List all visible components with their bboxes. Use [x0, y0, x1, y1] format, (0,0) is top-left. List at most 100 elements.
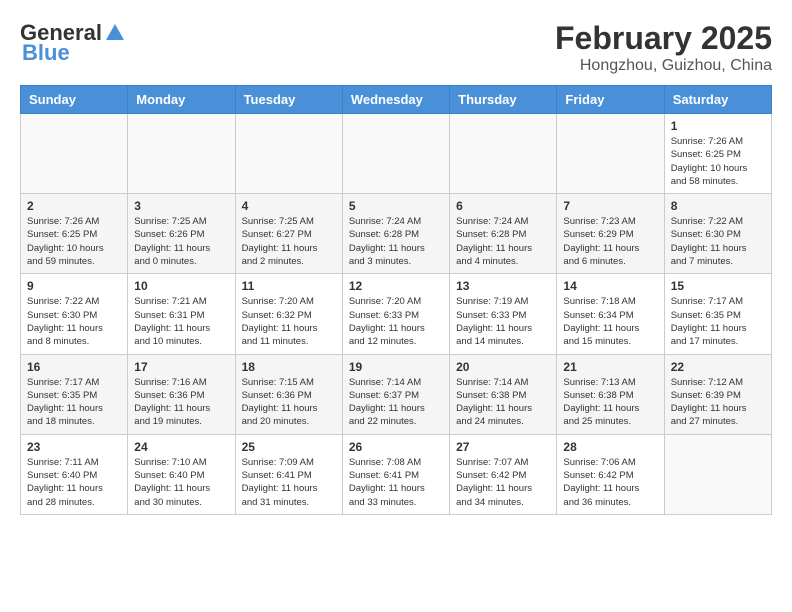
calendar-cell: 4 Sunrise: 7:25 AM Sunset: 6:27 PM Daylig…: [235, 194, 342, 274]
day-detail: Sunrise: 7:19 AM Sunset: 6:33 PM Dayligh…: [456, 295, 550, 348]
day-number: 6: [456, 199, 550, 213]
calendar-cell: 17Sunrise: 7:16 AM Sunset: 6:36 PM Dayli…: [128, 354, 235, 434]
day-number: 1: [671, 119, 765, 133]
calendar-cell: 23 Sunrise: 7:11 AM Sunset: 6:40 PM Dayli…: [21, 434, 128, 514]
calendar-cell: 19 Sunrise: 7:14 AM Sunset: 6:37 PM Dayli…: [342, 354, 449, 434]
day-detail: Sunrise: 7:20 AM Sunset: 6:33 PM Dayligh…: [349, 295, 443, 348]
day-number: 13: [456, 279, 550, 293]
week-row-2: 9 Sunrise: 7:22 AM Sunset: 6:30 PM Daylig…: [21, 274, 772, 354]
day-detail: Sunrise: 7:15 AM Sunset: 6:36 PM Dayligh…: [242, 376, 336, 429]
day-detail: Sunrise: 7:21 AM Sunset: 6:31 PM Dayligh…: [134, 295, 228, 348]
day-detail: Sunrise: 7:20 AM Sunset: 6:32 PM Dayligh…: [242, 295, 336, 348]
day-number: 25: [242, 440, 336, 454]
day-detail: Sunrise: 7:25 AM Sunset: 6:26 PM Dayligh…: [134, 215, 228, 268]
day-number: 27: [456, 440, 550, 454]
calendar-cell: 18 Sunrise: 7:15 AM Sunset: 6:36 PM Dayli…: [235, 354, 342, 434]
day-detail: Sunrise: 7:24 AM Sunset: 6:28 PM Dayligh…: [349, 215, 443, 268]
day-number: 26: [349, 440, 443, 454]
day-number: 4: [242, 199, 336, 213]
calendar-cell: 12 Sunrise: 7:20 AM Sunset: 6:33 PM Dayli…: [342, 274, 449, 354]
calendar-cell: 26 Sunrise: 7:08 AM Sunset: 6:41 PM Dayli…: [342, 434, 449, 514]
day-number: 15: [671, 279, 765, 293]
weekday-header-thursday: Thursday: [450, 86, 557, 114]
calendar-cell: [342, 114, 449, 194]
calendar-cell: 20 Sunrise: 7:14 AM Sunset: 6:38 PM Dayli…: [450, 354, 557, 434]
day-detail: Sunrise: 7:25 AM Sunset: 6:27 PM Dayligh…: [242, 215, 336, 268]
weekday-header-friday: Friday: [557, 86, 664, 114]
week-row-4: 23 Sunrise: 7:11 AM Sunset: 6:40 PM Dayli…: [21, 434, 772, 514]
calendar-cell: 8 Sunrise: 7:22 AM Sunset: 6:30 PM Daylig…: [664, 194, 771, 274]
calendar-cell: 7 Sunrise: 7:23 AM Sunset: 6:29 PM Daylig…: [557, 194, 664, 274]
weekday-header-saturday: Saturday: [664, 86, 771, 114]
day-detail: Sunrise: 7:07 AM Sunset: 6:42 PM Dayligh…: [456, 456, 550, 509]
month-year: February 2025: [555, 20, 772, 57]
calendar-cell: [21, 114, 128, 194]
calendar-cell: [450, 114, 557, 194]
calendar-cell: 2 Sunrise: 7:26 AM Sunset: 6:25 PM Daylig…: [21, 194, 128, 274]
weekday-header-wednesday: Wednesday: [342, 86, 449, 114]
calendar-cell: [235, 114, 342, 194]
weekday-header-row: SundayMondayTuesdayWednesdayThursdayFrid…: [21, 86, 772, 114]
day-number: 14: [563, 279, 657, 293]
day-number: 17: [134, 360, 228, 374]
day-detail: Sunrise: 7:13 AM Sunset: 6:38 PM Dayligh…: [563, 376, 657, 429]
calendar-cell: 9 Sunrise: 7:22 AM Sunset: 6:30 PM Daylig…: [21, 274, 128, 354]
day-detail: Sunrise: 7:22 AM Sunset: 6:30 PM Dayligh…: [671, 215, 765, 268]
day-detail: Sunrise: 7:11 AM Sunset: 6:40 PM Dayligh…: [27, 456, 121, 509]
day-detail: Sunrise: 7:10 AM Sunset: 6:40 PM Dayligh…: [134, 456, 228, 509]
day-number: 28: [563, 440, 657, 454]
calendar-cell: 6 Sunrise: 7:24 AM Sunset: 6:28 PM Daylig…: [450, 194, 557, 274]
week-row-3: 16Sunrise: 7:17 AM Sunset: 6:35 PM Dayli…: [21, 354, 772, 434]
day-detail: Sunrise: 7:23 AM Sunset: 6:29 PM Dayligh…: [563, 215, 657, 268]
day-number: 22: [671, 360, 765, 374]
day-detail: Sunrise: 7:12 AM Sunset: 6:39 PM Dayligh…: [671, 376, 765, 429]
day-detail: Sunrise: 7:26 AM Sunset: 6:25 PM Dayligh…: [671, 135, 765, 188]
day-number: 12: [349, 279, 443, 293]
calendar-cell: [557, 114, 664, 194]
day-detail: Sunrise: 7:22 AM Sunset: 6:30 PM Dayligh…: [27, 295, 121, 348]
day-number: 10: [134, 279, 228, 293]
day-detail: Sunrise: 7:08 AM Sunset: 6:41 PM Dayligh…: [349, 456, 443, 509]
logo-blue-text: Blue: [22, 40, 70, 66]
calendar-cell: 24 Sunrise: 7:10 AM Sunset: 6:40 PM Dayli…: [128, 434, 235, 514]
weekday-header-tuesday: Tuesday: [235, 86, 342, 114]
calendar-cell: [128, 114, 235, 194]
day-detail: Sunrise: 7:24 AM Sunset: 6:28 PM Dayligh…: [456, 215, 550, 268]
calendar-cell: 25 Sunrise: 7:09 AM Sunset: 6:41 PM Dayli…: [235, 434, 342, 514]
day-number: 3: [134, 199, 228, 213]
day-number: 2: [27, 199, 121, 213]
calendar-cell: 1 Sunrise: 7:26 AM Sunset: 6:25 PM Daylig…: [664, 114, 771, 194]
day-number: 23: [27, 440, 121, 454]
calendar-cell: 21 Sunrise: 7:13 AM Sunset: 6:38 PM Dayli…: [557, 354, 664, 434]
day-number: 21: [563, 360, 657, 374]
calendar-cell: 22 Sunrise: 7:12 AM Sunset: 6:39 PM Dayli…: [664, 354, 771, 434]
calendar: SundayMondayTuesdayWednesdayThursdayFrid…: [20, 85, 772, 515]
weekday-header-sunday: Sunday: [21, 86, 128, 114]
day-number: 24: [134, 440, 228, 454]
day-detail: Sunrise: 7:06 AM Sunset: 6:42 PM Dayligh…: [563, 456, 657, 509]
day-number: 18: [242, 360, 336, 374]
calendar-cell: 28 Sunrise: 7:06 AM Sunset: 6:42 PM Dayli…: [557, 434, 664, 514]
day-detail: Sunrise: 7:14 AM Sunset: 6:38 PM Dayligh…: [456, 376, 550, 429]
weekday-header-monday: Monday: [128, 86, 235, 114]
day-number: 20: [456, 360, 550, 374]
day-number: 8: [671, 199, 765, 213]
calendar-cell: 3 Sunrise: 7:25 AM Sunset: 6:26 PM Daylig…: [128, 194, 235, 274]
day-detail: Sunrise: 7:14 AM Sunset: 6:37 PM Dayligh…: [349, 376, 443, 429]
day-number: 5: [349, 199, 443, 213]
day-detail: Sunrise: 7:26 AM Sunset: 6:25 PM Dayligh…: [27, 215, 121, 268]
day-detail: Sunrise: 7:09 AM Sunset: 6:41 PM Dayligh…: [242, 456, 336, 509]
day-number: 16: [27, 360, 121, 374]
day-number: 11: [242, 279, 336, 293]
calendar-cell: [664, 434, 771, 514]
logo: General Blue: [20, 20, 126, 66]
calendar-cell: 15Sunrise: 7:17 AM Sunset: 6:35 PM Dayli…: [664, 274, 771, 354]
day-number: 19: [349, 360, 443, 374]
week-row-0: 1 Sunrise: 7:26 AM Sunset: 6:25 PM Daylig…: [21, 114, 772, 194]
day-detail: Sunrise: 7:18 AM Sunset: 6:34 PM Dayligh…: [563, 295, 657, 348]
calendar-cell: 14 Sunrise: 7:18 AM Sunset: 6:34 PM Dayli…: [557, 274, 664, 354]
day-number: 7: [563, 199, 657, 213]
calendar-cell: 5 Sunrise: 7:24 AM Sunset: 6:28 PM Daylig…: [342, 194, 449, 274]
day-number: 9: [27, 279, 121, 293]
calendar-cell: 27 Sunrise: 7:07 AM Sunset: 6:42 PM Dayli…: [450, 434, 557, 514]
